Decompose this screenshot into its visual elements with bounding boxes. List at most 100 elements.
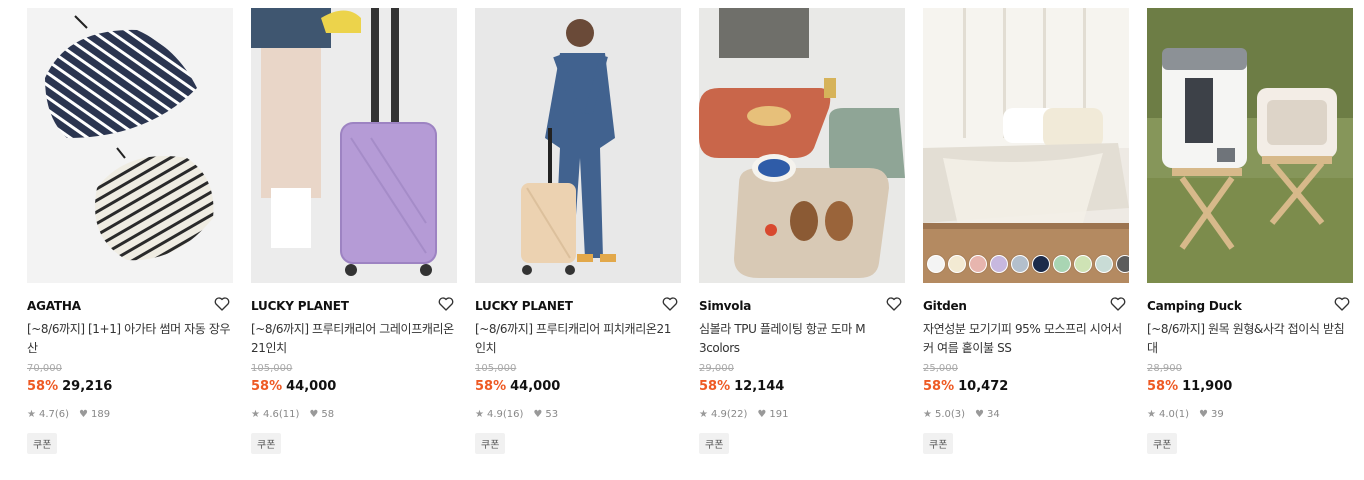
review-count: (3)	[950, 409, 966, 420]
product-brand[interactable]: Camping Duck	[1147, 299, 1242, 313]
color-swatch	[1095, 255, 1113, 273]
product-meta: ★ 4.9 (22) ♥ 191	[699, 409, 788, 420]
coupon-badge: 쿠폰	[923, 433, 954, 454]
heart-filled-icon: ♥	[309, 409, 319, 420]
wishlist-heart-icon[interactable]	[1109, 295, 1127, 313]
peach-suitcase-image	[475, 8, 681, 283]
price-row: 58% 44,000	[475, 379, 560, 394]
heart-filled-icon: ♥	[533, 409, 543, 420]
like-count: 191	[769, 409, 789, 420]
discount-rate: 58%	[251, 379, 283, 394]
heart-filled-icon: ♥	[975, 409, 985, 420]
product-card[interactable]: AGATHA [~8/6까지] [1+1] 아가타 썸머 자동 장우산 70,0…	[27, 8, 233, 454]
coupon-badge: 쿠폰	[27, 433, 58, 454]
like-count: 39	[1211, 409, 1224, 420]
discount-rate: 58%	[27, 379, 59, 394]
product-title[interactable]: 자연성분 모기기피 95% 모스프리 시어서커 여름 홑이불 SS	[923, 320, 1129, 358]
sale-price: 11,900	[1182, 379, 1233, 394]
product-card[interactable]: Simvola 심볼라 TPU 플레이팅 항균 도마 M 3colors 29,…	[699, 8, 905, 454]
color-swatch	[948, 255, 966, 273]
like-count: 189	[91, 409, 111, 420]
coupon-badge: 쿠폰	[699, 433, 730, 454]
original-price: 105,000	[251, 363, 293, 374]
wishlist-heart-icon[interactable]	[661, 295, 679, 313]
price-row: 58% 10,472	[923, 379, 1008, 394]
product-meta: ★ 4.7 (6) ♥ 189	[27, 409, 110, 420]
product-meta: ★ 4.6 (11) ♥ 58	[251, 409, 334, 420]
star-icon: ★	[475, 409, 484, 420]
product-brand[interactable]: Simvola	[699, 299, 751, 313]
product-brand[interactable]: LUCKY PLANET	[251, 299, 349, 313]
color-swatch	[969, 255, 987, 273]
product-meta: ★ 4.0 (1) ♥ 39	[1147, 409, 1224, 420]
product-brand[interactable]: Gitden	[923, 299, 967, 313]
product-image[interactable]	[1147, 8, 1353, 283]
rating-value: 4.7	[38, 409, 55, 420]
bed-blanket-image	[923, 8, 1129, 283]
product-card[interactable]: LUCKY PLANET [~8/6까지] 프루티캐리어 피치캐리온21인치 1…	[475, 8, 681, 454]
wishlist-heart-icon[interactable]	[213, 295, 231, 313]
product-card[interactable]: Camping Duck [~8/6까지] 원목 원형&사각 접이식 받침대 2…	[1147, 8, 1353, 454]
product-title[interactable]: [~8/6까지] 원목 원형&사각 접이식 받침대	[1147, 320, 1353, 358]
star-icon: ★	[1147, 409, 1156, 420]
review-count: (6)	[54, 409, 70, 420]
product-meta: ★ 4.9 (16) ♥ 53	[475, 409, 558, 420]
discount-rate: 58%	[475, 379, 507, 394]
color-swatch	[1116, 255, 1129, 273]
sale-price: 44,000	[510, 379, 561, 394]
color-swatch	[1053, 255, 1071, 273]
star-icon: ★	[251, 409, 260, 420]
striped-umbrellas-image	[27, 8, 233, 283]
product-image[interactable]	[251, 8, 457, 283]
review-count: (1)	[1174, 409, 1190, 420]
product-title[interactable]: [~8/6까지] 프루티캐리어 피치캐리온21인치	[475, 320, 681, 358]
original-price: 29,000	[699, 363, 734, 374]
color-swatch	[1011, 255, 1029, 273]
rating-value: 5.0	[934, 409, 951, 420]
review-count: (11)	[278, 409, 300, 420]
product-brand[interactable]: LUCKY PLANET	[475, 299, 573, 313]
water-jug-stands-image	[1147, 8, 1353, 283]
product-image[interactable]	[923, 8, 1129, 283]
heart-filled-icon: ♥	[79, 409, 89, 420]
product-title[interactable]: [~8/6까지] [1+1] 아가타 썸머 자동 장우산	[27, 320, 233, 358]
coupon-badge: 쿠폰	[475, 433, 506, 454]
color-swatch	[927, 255, 945, 273]
product-image[interactable]	[699, 8, 905, 283]
heart-filled-icon: ♥	[1199, 409, 1209, 420]
original-price: 25,000	[923, 363, 958, 374]
heart-filled-icon: ♥	[757, 409, 767, 420]
star-icon: ★	[27, 409, 36, 420]
product-card[interactable]: Gitden 자연성분 모기기피 95% 모스프리 시어서커 여름 홑이불 SS…	[923, 8, 1129, 454]
price-row: 58% 29,216	[27, 379, 112, 394]
wishlist-heart-icon[interactable]	[1333, 295, 1351, 313]
rating-value: 4.0	[1158, 409, 1175, 420]
sale-price: 10,472	[958, 379, 1009, 394]
review-count: (16)	[502, 409, 524, 420]
product-title[interactable]: 심볼라 TPU 플레이팅 항균 도마 M 3colors	[699, 320, 905, 358]
like-count: 58	[321, 409, 335, 420]
like-count: 34	[987, 409, 1000, 420]
star-icon: ★	[699, 409, 708, 420]
sale-price: 12,144	[734, 379, 785, 394]
price-row: 58% 12,144	[699, 379, 784, 394]
product-brand[interactable]: AGATHA	[27, 299, 81, 313]
sale-price: 29,216	[62, 379, 113, 394]
price-row: 58% 11,900	[1147, 379, 1232, 394]
coupon-badge: 쿠폰	[251, 433, 282, 454]
product-image[interactable]	[475, 8, 681, 283]
color-swatches	[927, 255, 1129, 273]
discount-rate: 58%	[699, 379, 731, 394]
discount-rate: 58%	[923, 379, 955, 394]
color-swatch	[1074, 255, 1092, 273]
product-card[interactable]: LUCKY PLANET [~8/6까지] 프루티캐리어 그레이프캐리온21인치…	[251, 8, 457, 454]
product-image[interactable]	[27, 8, 233, 283]
coupon-badge: 쿠폰	[1147, 433, 1178, 454]
wishlist-heart-icon[interactable]	[885, 295, 903, 313]
cutting-boards-image	[699, 8, 905, 283]
star-icon: ★	[923, 409, 932, 420]
wishlist-heart-icon[interactable]	[437, 295, 455, 313]
product-title[interactable]: [~8/6까지] 프루티캐리어 그레이프캐리온21인치	[251, 320, 457, 358]
discount-rate: 58%	[1147, 379, 1179, 394]
review-count: (22)	[726, 409, 748, 420]
